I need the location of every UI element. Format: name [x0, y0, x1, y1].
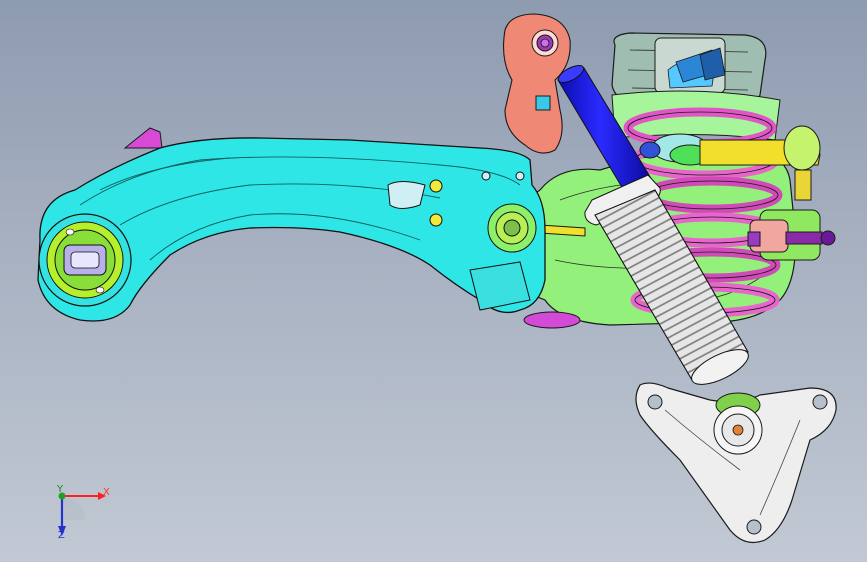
arm-bushing[interactable] [38, 213, 132, 307]
x-axis-label: X [103, 487, 110, 498]
z-axis-label: Z [58, 530, 65, 541]
arm-front-bushing[interactable] [487, 203, 537, 253]
suspension-assembly-model[interactable] [0, 0, 867, 562]
cad-viewport[interactable]: X Y Z [0, 0, 867, 562]
lower-mount-bracket[interactable] [635, 382, 837, 543]
y-axis-label: Y [57, 484, 64, 495]
side-bushing[interactable] [747, 209, 836, 261]
